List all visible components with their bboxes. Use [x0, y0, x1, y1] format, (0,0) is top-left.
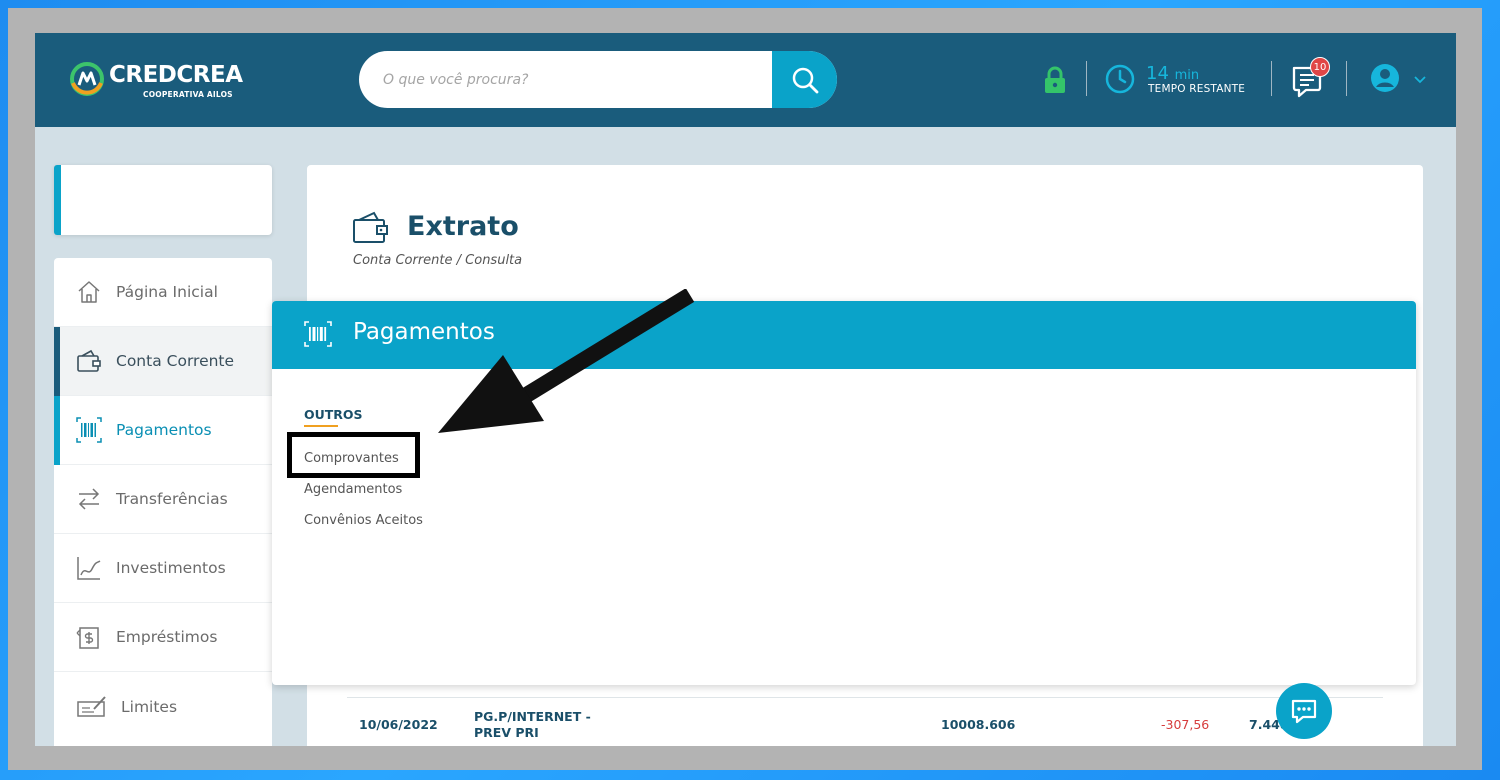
check-icon: [77, 695, 106, 717]
sidebar-item-transferencias[interactable]: Transferências: [54, 465, 272, 534]
sidebar-item-limites[interactable]: Limites: [54, 672, 272, 741]
transaction-date: 10/06/2022: [359, 717, 438, 732]
sidebar-item-pagamentos[interactable]: Pagamentos: [54, 396, 272, 465]
table-divider: [347, 697, 1383, 698]
page-title: Extrato: [407, 211, 519, 242]
transaction-document: 10008.606: [941, 717, 1016, 732]
user-icon[interactable]: [1370, 63, 1400, 93]
sidebar-item-label: Pagamentos: [116, 421, 212, 439]
chat-button[interactable]: [1276, 683, 1332, 739]
brand-name: CREDCREA: [109, 62, 243, 88]
sidebar-menu: Página Inicial Conta Corrente Pagamentos: [54, 258, 272, 746]
sidebar-item-home[interactable]: Página Inicial: [54, 258, 272, 327]
notification-badge: 10: [1310, 57, 1330, 77]
timer-unit: min: [1174, 68, 1200, 83]
section-underline: [304, 425, 338, 427]
loan-icon: [76, 627, 99, 649]
sidebar-item-investimentos[interactable]: Investimentos: [54, 534, 272, 603]
section-title: OUTROS: [304, 407, 363, 422]
sidebar-item-label: Conta Corrente: [116, 352, 235, 370]
breadcrumb: Conta Corrente / Consulta: [353, 253, 523, 268]
transaction-description: PG.P/INTERNET - PREV PRI: [474, 709, 591, 740]
barcode-icon: [76, 417, 102, 443]
sidebar-item-label: Transferências: [116, 490, 228, 508]
sidebar-item-emprestimos[interactable]: Empréstimos: [54, 603, 272, 672]
annotation-arrow: [438, 289, 695, 433]
chat-icon: [1291, 699, 1317, 724]
account-card: [54, 165, 272, 235]
chevron-down-icon[interactable]: [1413, 74, 1427, 84]
wallet-icon: [353, 211, 388, 243]
transaction-value: -307,56: [1161, 717, 1210, 732]
search-button[interactable]: [772, 51, 837, 108]
wallet-icon: [77, 349, 101, 372]
sidebar-item-conta-corrente[interactable]: Conta Corrente: [54, 327, 272, 396]
home-icon: [78, 281, 100, 303]
highlight-box: [287, 432, 420, 478]
link-convenios-aceitos[interactable]: Convênios Aceitos: [304, 513, 423, 528]
app-window: CREDCREA COOPERATIVA AILOS 14 min: [35, 33, 1456, 746]
lock-icon[interactable]: [1042, 66, 1068, 94]
search-input[interactable]: [359, 51, 771, 108]
transfer-icon: [78, 488, 100, 510]
timer-value: 14: [1146, 63, 1169, 84]
top-bar: CREDCREA COOPERATIVA AILOS 14 min: [35, 33, 1456, 127]
sidebar-item-label: Empréstimos: [116, 628, 218, 646]
header-divider: [1271, 61, 1272, 96]
sidebar-item-label: Limites: [121, 697, 178, 716]
sidebar-item-label: Página Inicial: [116, 283, 218, 301]
timer-label: TEMPO RESTANTE: [1148, 83, 1246, 95]
link-agendamentos[interactable]: Agendamentos: [304, 482, 402, 497]
barcode-icon: [304, 321, 332, 347]
header-divider: [1086, 61, 1087, 96]
sidebar-item-label: Investimentos: [116, 559, 226, 577]
clock-icon: [1105, 64, 1135, 94]
brand-subtitle: COOPERATIVA AILOS: [143, 90, 233, 99]
search-bar: [359, 51, 837, 108]
logo-icon: [70, 62, 104, 96]
brand-logo[interactable]: CREDCREA COOPERATIVA AILOS: [69, 59, 243, 103]
search-icon: [792, 67, 818, 93]
session-timer: 14 min: [1146, 63, 1199, 84]
header-divider: [1346, 61, 1347, 96]
chart-icon: [77, 557, 101, 580]
